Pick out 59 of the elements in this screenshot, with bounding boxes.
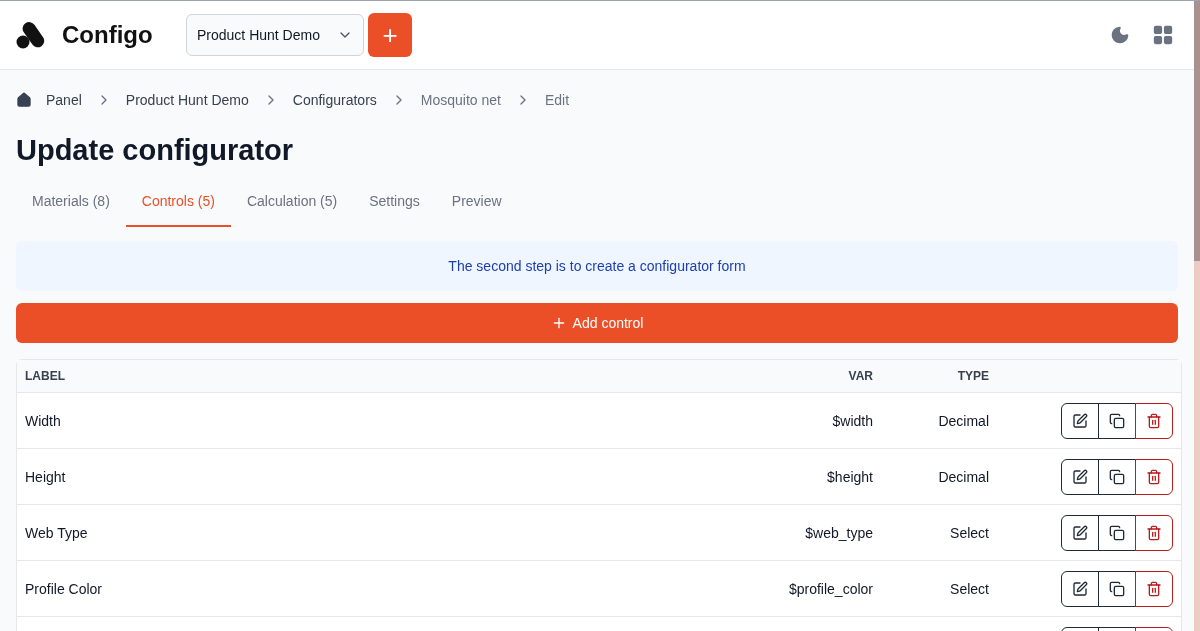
brand-name: Configo [62,21,153,49]
breadcrumb-link[interactable]: Configurators [292,92,377,108]
copy-button[interactable] [1098,458,1136,495]
column-header: VAR [847,369,874,383]
copy-icon [1109,468,1125,485]
tab[interactable]: Preview [435,183,518,227]
table-cell-text: Profile Color [24,580,104,597]
tab[interactable]: Calculation (5) [230,183,354,227]
copy-button[interactable] [1098,514,1136,551]
copy-button[interactable] [1098,402,1136,439]
tab[interactable]: Materials (8) [16,183,126,227]
trash-icon [1146,412,1162,429]
column-header: LABEL [24,369,66,383]
moon-icon[interactable] [1110,25,1130,45]
page-title: Update configurator [16,134,295,167]
copy-button[interactable] [1098,570,1136,607]
trash-icon [1146,524,1162,541]
edit-icon [1072,524,1088,541]
copy-icon [1109,524,1125,541]
breadcrumb-link[interactable]: Mosquito net [420,92,501,108]
edit-icon [1072,468,1088,485]
table-cell-text: $width [831,412,874,429]
table-cell-text: Select [949,580,990,597]
edit-button[interactable] [1061,570,1099,607]
table-cell-text: Web Type [24,524,89,541]
table-cell-text: Decimal [937,468,990,485]
edit-button[interactable] [1061,402,1099,439]
table-cell-text: Width [24,412,62,429]
table-cell-text: $height [826,468,874,485]
edit-icon [1072,412,1088,429]
trash-icon [1146,468,1162,485]
copy-icon [1109,580,1125,597]
table-cell-text: Decimal [937,412,990,429]
edit-button[interactable] [1061,514,1099,551]
table-cell-text: Select [949,524,990,541]
column-header: TYPE [956,369,990,383]
breadcrumb-link[interactable]: Product Hunt Demo [125,92,249,108]
breadcrumb-link[interactable]: Edit [545,92,570,108]
table-cell-text: $profile_color [787,580,874,597]
trash-icon [1146,580,1162,597]
delete-button[interactable] [1135,514,1173,551]
delete-button[interactable] [1135,458,1173,495]
edit-button[interactable] [1061,458,1099,495]
info-banner: The second step is to create a configurator form [16,241,1178,291]
project-select[interactable]: Product Hunt Demo [186,14,364,56]
add-project-button[interactable]: + [368,13,412,57]
table-cell-text: Height [24,468,67,485]
copy-icon [1109,412,1125,429]
tab[interactable]: Settings [353,183,436,227]
breadcrumb-link[interactable]: Panel [46,92,82,108]
scrollbar[interactable] [1194,1,1200,631]
delete-button[interactable] [1135,402,1173,439]
add-control-button[interactable]: Add control [16,303,1178,343]
tab[interactable]: Controls (5) [125,183,231,227]
grid-icon[interactable] [1152,24,1174,46]
home-icon[interactable] [16,92,32,108]
delete-button[interactable] [1135,570,1173,607]
edit-icon [1072,580,1088,597]
table-cell-text: $web_type [804,524,874,541]
